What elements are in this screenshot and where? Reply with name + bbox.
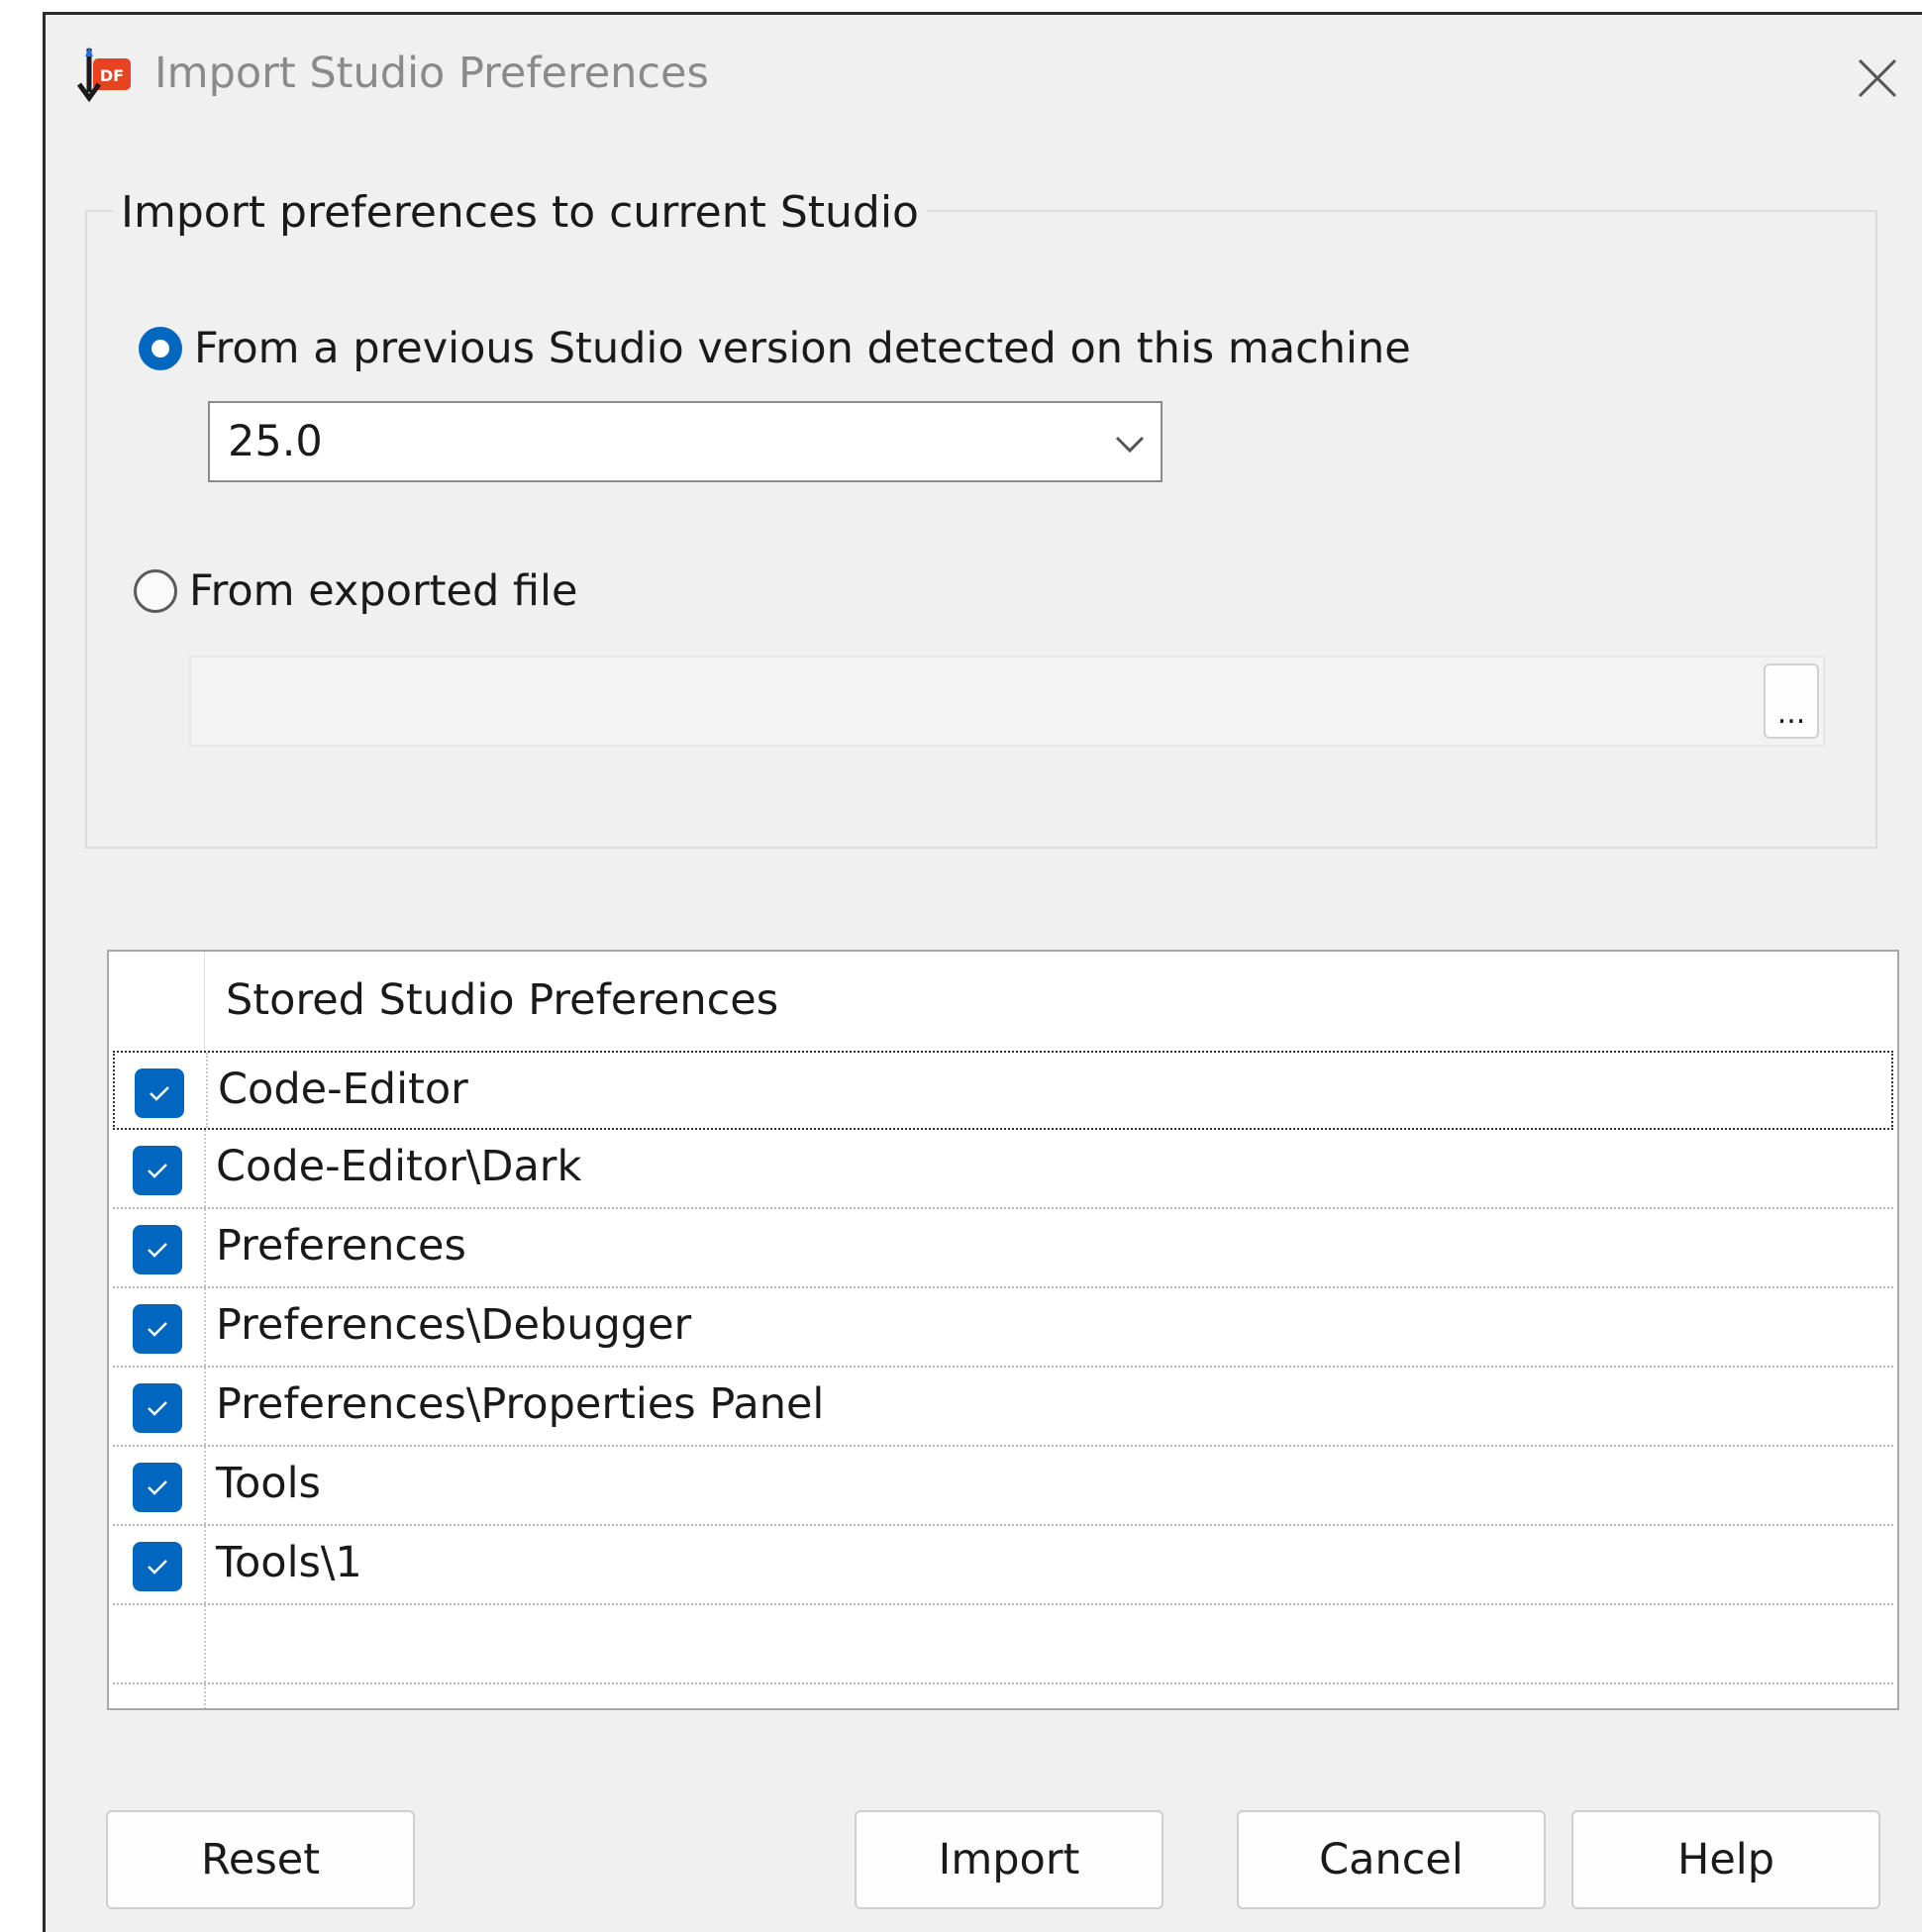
item-checkbox[interactable]	[133, 1383, 182, 1433]
list-item[interactable]: Preferences\Properties Panel	[113, 1368, 1893, 1447]
help-button[interactable]: Help	[1571, 1810, 1880, 1909]
item-label: Code-Editor	[218, 1065, 468, 1114]
item-checkbox[interactable]	[133, 1542, 182, 1591]
list-item[interactable]: Tools	[113, 1447, 1893, 1526]
list-item[interactable]: Preferences\Debugger	[113, 1288, 1893, 1368]
item-label: Tools\1	[216, 1538, 362, 1587]
close-button[interactable]	[1848, 49, 1907, 108]
item-label: Preferences	[216, 1221, 466, 1271]
studio-import-icon: DF	[75, 45, 135, 114]
chevron-down-icon	[1113, 427, 1147, 460]
item-checkbox[interactable]	[135, 1068, 184, 1118]
check-icon	[148, 1560, 167, 1575]
list-item-empty	[113, 1605, 1893, 1684]
list-item[interactable]: Code-Editor\Dark	[113, 1130, 1893, 1209]
title-bar[interactable]: DF Import Studio Preferences	[46, 15, 1922, 134]
item-checkbox[interactable]	[133, 1304, 182, 1354]
version-select-value: 25.0	[228, 417, 323, 466]
group-legend: Import preferences to current Studio	[113, 187, 927, 238]
cancel-button[interactable]: Cancel	[1237, 1810, 1546, 1909]
import-button[interactable]: Import	[855, 1810, 1163, 1909]
list-header: Stored Studio Preferences	[109, 952, 1897, 1051]
item-checkbox[interactable]	[133, 1463, 182, 1512]
item-checkbox[interactable]	[133, 1225, 182, 1274]
file-path-input[interactable]: ...	[189, 656, 1825, 747]
list-item[interactable]: Code-Editor	[113, 1051, 1893, 1130]
list-item[interactable]: Tools\1	[113, 1526, 1893, 1605]
check-icon	[148, 1401, 167, 1416]
check-icon	[148, 1480, 167, 1495]
column-header-stored-preferences[interactable]: Stored Studio Preferences	[226, 975, 778, 1025]
import-source-group	[85, 210, 1877, 849]
check-icon	[150, 1086, 169, 1101]
list-item[interactable]: Preferences	[113, 1209, 1893, 1288]
browse-button[interactable]: ...	[1764, 663, 1819, 739]
reset-button[interactable]: Reset	[106, 1810, 415, 1909]
radio-previous-version-label: From a previous Studio version detected …	[194, 324, 1411, 373]
list-item-empty	[113, 1684, 1893, 1708]
item-checkbox[interactable]	[133, 1146, 182, 1195]
check-icon	[148, 1164, 167, 1178]
import-preferences-dialog: DF Import Studio Preferences Import pref…	[43, 12, 1922, 1932]
window-title: Import Studio Preferences	[154, 49, 709, 98]
check-icon	[148, 1243, 167, 1258]
item-label: Preferences\Debugger	[216, 1300, 692, 1350]
item-label: Preferences\Properties Panel	[216, 1379, 825, 1429]
preferences-list[interactable]: Stored Studio Preferences Code-Editor Co…	[107, 950, 1899, 1710]
radio-selected-indicator[interactable]	[139, 327, 182, 370]
close-icon	[1858, 58, 1897, 98]
item-label: Code-Editor\Dark	[216, 1142, 582, 1191]
version-select[interactable]: 25.0	[208, 401, 1163, 482]
radio-previous-version[interactable]: From a previous Studio version detected …	[139, 324, 1411, 373]
radio-unselected-indicator[interactable]	[134, 569, 177, 613]
check-icon	[148, 1322, 167, 1337]
radio-exported-file[interactable]: From exported file	[134, 566, 577, 616]
item-label: Tools	[216, 1459, 321, 1508]
radio-exported-file-label: From exported file	[189, 566, 578, 616]
svg-text:DF: DF	[100, 66, 124, 85]
